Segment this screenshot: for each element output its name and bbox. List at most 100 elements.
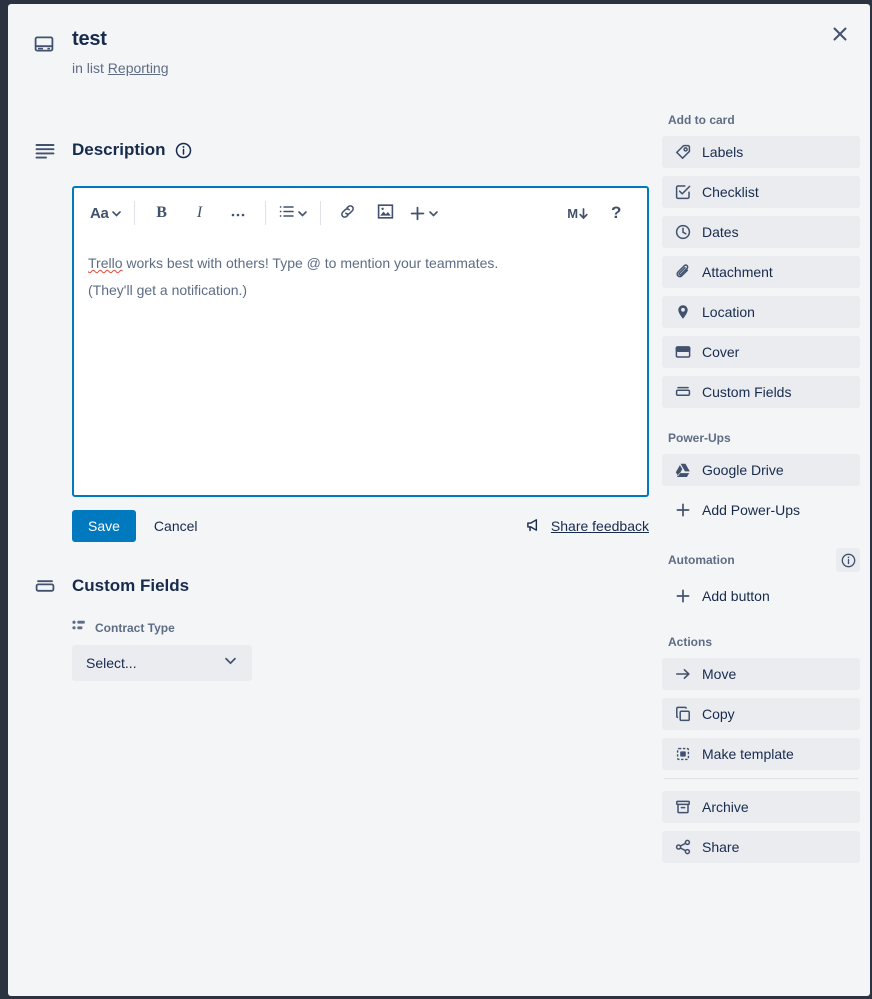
link-icon	[339, 203, 356, 224]
automation-heading-row: Automation	[662, 548, 860, 580]
description-actions-row: Save Cancel Share feedback	[72, 510, 649, 542]
sidebar-item-label: Google Drive	[702, 462, 784, 478]
chevron-down-icon	[428, 208, 439, 219]
actions-heading: Actions	[668, 635, 713, 649]
card-sidebar: Add to card Labels Checklist Dates Attac…	[662, 112, 860, 871]
sidebar-item-share[interactable]: Share	[662, 831, 860, 863]
more-formatting-button[interactable]	[219, 197, 257, 229]
card-header: test in list Reporting	[8, 4, 668, 78]
paperclip-icon	[674, 264, 692, 280]
custom-field-label: Contract Type	[95, 620, 175, 635]
chevron-down-icon	[223, 653, 238, 673]
in-list-label: in list	[72, 60, 104, 76]
share-feedback-label: Share feedback	[550, 518, 649, 534]
contract-type-value: Select...	[86, 655, 137, 671]
link-button[interactable]	[329, 197, 367, 229]
plus-icon	[674, 588, 692, 604]
close-icon[interactable]	[824, 18, 856, 50]
sidebar-item-label: Dates	[702, 224, 739, 240]
sidebar-item-label: Cover	[702, 344, 740, 360]
help-button[interactable]: ?	[597, 197, 635, 229]
bold-button[interactable]: B	[143, 197, 181, 229]
share-icon	[674, 839, 692, 855]
sidebar-item-label: Archive	[702, 799, 749, 815]
sidebar-item-label: Attachment	[702, 264, 773, 280]
sidebar-item-label: Copy	[702, 706, 735, 722]
add-to-card-group: Add to card Labels Checklist Dates Attac…	[662, 112, 860, 408]
arrow-right-icon	[674, 666, 692, 682]
location-pin-icon	[674, 304, 692, 320]
template-icon	[674, 746, 692, 762]
sidebar-item-label: Move	[702, 666, 737, 682]
copy-icon	[674, 706, 692, 722]
toolbar-divider	[133, 201, 135, 225]
spellcheck-word: Trello	[88, 255, 123, 271]
description-lines-icon	[34, 140, 56, 167]
toolbar-divider	[264, 201, 266, 225]
image-icon	[377, 203, 394, 224]
sidebar-item-move[interactable]: Move	[662, 658, 860, 690]
sidebar-item-attachment[interactable]: Attachment	[662, 256, 860, 288]
sidebar-item-label: Custom Fields	[702, 384, 792, 400]
custom-fields-heading: Custom Fields	[72, 576, 190, 595]
font-style-button[interactable]: Aa	[86, 197, 126, 229]
plus-icon	[674, 502, 692, 518]
sidebar-item-add-power-ups[interactable]: Add Power-Ups	[662, 494, 860, 526]
card-list-breadcrumb: in list Reporting	[72, 58, 668, 78]
custom-fields-section: Custom Fields Contract Type Select...	[32, 570, 656, 681]
cover-icon	[674, 344, 692, 360]
share-feedback-link[interactable]: Share feedback	[526, 517, 649, 536]
custom-fields-icon	[674, 384, 692, 400]
sidebar-item-label: Add Power-Ups	[702, 502, 801, 518]
checklist-icon	[674, 184, 692, 200]
sidebar-item-custom-fields[interactable]: Custom Fields	[662, 376, 860, 408]
sidebar-item-dates[interactable]: Dates	[662, 216, 860, 248]
toolbar-divider	[319, 201, 321, 225]
card-icon	[34, 34, 54, 59]
actions-divider	[664, 778, 858, 779]
sidebar-item-label: Share	[702, 839, 740, 855]
power-ups-group: Power-Ups Google Drive Add Power-Ups	[662, 430, 860, 526]
sidebar-item-copy[interactable]: Copy	[662, 698, 860, 730]
insert-button[interactable]	[405, 197, 443, 229]
actions-group: Actions Move Copy Make template Archive …	[662, 634, 860, 863]
description-toolbar: Aa B I M ?	[74, 188, 647, 238]
label-tag-icon	[674, 144, 692, 160]
info-icon[interactable]	[836, 548, 860, 572]
card-detail-modal: test in list Reporting Description Aa B …	[8, 4, 870, 996]
sidebar-item-make-template[interactable]: Make template	[662, 738, 860, 770]
sidebar-item-cover[interactable]: Cover	[662, 336, 860, 368]
info-icon[interactable]	[175, 142, 192, 159]
sidebar-item-google-drive[interactable]: Google Drive	[662, 454, 860, 486]
google-drive-icon	[674, 462, 692, 478]
sidebar-item-label: Checklist	[702, 184, 759, 200]
save-button[interactable]: Save	[72, 510, 136, 542]
custom-fields-header: Custom Fields	[32, 570, 656, 602]
sidebar-item-label: Labels	[702, 144, 744, 160]
list-name-link[interactable]: Reporting	[108, 60, 169, 76]
description-placeholder-line-2: (They'll get a notification.)	[88, 282, 248, 298]
clock-icon	[674, 224, 692, 240]
markdown-toggle-button[interactable]: M	[559, 197, 597, 229]
dropdown-list-icon	[72, 618, 86, 637]
custom-fields-icon	[34, 576, 56, 603]
sidebar-item-add-button[interactable]: Add button	[662, 580, 860, 612]
placeholder-text: works best with others! Type @ to mentio…	[122, 255, 499, 271]
cancel-button[interactable]: Cancel	[154, 518, 198, 534]
sidebar-item-labels[interactable]: Labels	[662, 136, 860, 168]
add-to-card-heading: Add to card	[668, 113, 735, 127]
contract-type-select[interactable]: Select...	[72, 645, 252, 681]
italic-button[interactable]: I	[181, 197, 219, 229]
archive-icon	[674, 799, 692, 815]
chevron-down-icon	[111, 208, 122, 219]
description-editor[interactable]: Aa B I M ? Trello works best with others…	[72, 186, 649, 497]
image-button[interactable]	[367, 197, 405, 229]
page-title: test	[72, 28, 107, 50]
megaphone-icon	[526, 517, 542, 536]
list-button[interactable]	[274, 197, 312, 229]
sidebar-item-location[interactable]: Location	[662, 296, 860, 328]
sidebar-item-archive[interactable]: Archive	[662, 791, 860, 823]
description-input[interactable]: Trello works best with others! Type @ to…	[74, 238, 647, 495]
sidebar-item-checklist[interactable]: Checklist	[662, 176, 860, 208]
chevron-down-icon	[297, 208, 308, 219]
